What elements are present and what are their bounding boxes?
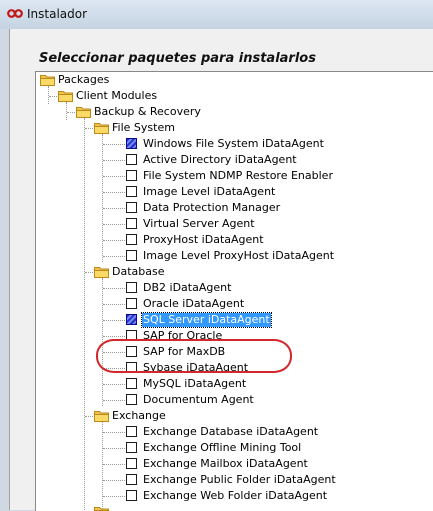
package-item[interactable]: Virtual Server Agent: [36, 216, 416, 232]
package-label: Exchange Offline Mining Tool: [143, 441, 302, 454]
package-label: ProxyHost iDataAgent: [143, 233, 264, 246]
package-label: Active Directory iDataAgent: [143, 153, 297, 166]
package-item[interactable]: Windows File System iDataAgent: [36, 136, 416, 152]
package-item[interactable]: Image Level iDataAgent: [36, 184, 416, 200]
page-heading: Seleccionar paquetes para instalarlos: [39, 51, 316, 66]
package-label: Exchange Mailbox iDataAgent: [143, 457, 308, 470]
package-item[interactable]: Exchange Web Folder iDataAgent: [36, 488, 416, 504]
package-label: Exchange Database iDataAgent: [143, 425, 319, 438]
package-checkbox[interactable]: [126, 170, 137, 181]
package-checkbox[interactable]: [126, 442, 137, 453]
tree-node-packages[interactable]: Packages: [36, 72, 236, 88]
package-checkbox[interactable]: [126, 202, 137, 213]
package-checkbox[interactable]: [126, 154, 137, 165]
package-label: Data Protection Manager: [143, 201, 281, 214]
package-checkbox[interactable]: [126, 458, 137, 469]
tree-node-database[interactable]: Database: [36, 264, 256, 280]
package-item[interactable]: Oracle iDataAgent: [36, 296, 416, 312]
tree-node-exchange[interactable]: Exchange: [36, 408, 256, 424]
highlight-annotation: [96, 339, 292, 373]
package-item[interactable]: Active Directory iDataAgent: [36, 152, 416, 168]
package-label: Image Level ProxyHost iDataAgent: [143, 249, 335, 262]
package-label: Oracle iDataAgent: [143, 297, 245, 310]
tree-node-backup-recovery[interactable]: Backup & Recovery: [36, 104, 256, 120]
package-label: Image Level iDataAgent: [143, 185, 276, 198]
package-item[interactable]: ProxyHost iDataAgent: [36, 232, 416, 248]
tree-node-label: File System: [112, 121, 175, 134]
package-item[interactable]: File System NDMP Restore Enabler: [36, 168, 416, 184]
package-label: Windows File System iDataAgent: [143, 137, 324, 150]
package-label: Virtual Server Agent: [143, 217, 255, 230]
package-tree[interactable]: Packages Client Modules Backup & Recover…: [35, 71, 433, 511]
package-item[interactable]: Documentum Agent: [36, 392, 416, 408]
package-item[interactable]: Image Level ProxyHost iDataAgent: [36, 248, 416, 264]
package-label: DB2 iDataAgent: [143, 281, 232, 294]
tree-node-file-system[interactable]: File System: [36, 120, 256, 136]
package-checkbox[interactable]: [126, 138, 137, 149]
package-checkbox[interactable]: [126, 474, 137, 485]
package-item[interactable]: MySQL iDataAgent: [36, 376, 416, 392]
installer-panel: Seleccionar paquetes para instalarlos Pa…: [9, 29, 433, 511]
package-checkbox[interactable]: [126, 250, 137, 261]
tree-node-label: Exchange: [112, 409, 166, 422]
folder-icon: [76, 107, 91, 118]
package-item[interactable]: Exchange Public Folder iDataAgent: [36, 472, 416, 488]
package-checkbox[interactable]: [126, 298, 137, 309]
package-label: Exchange Web Folder iDataAgent: [143, 489, 328, 502]
package-item[interactable]: Exchange Database iDataAgent: [36, 424, 416, 440]
package-item-selected[interactable]: SQL Server iDataAgent: [36, 312, 416, 328]
package-checkbox[interactable]: [126, 282, 137, 293]
window-frame: [0, 29, 9, 510]
package-checkbox[interactable]: [126, 378, 137, 389]
folder-icon: [94, 123, 109, 134]
tree-node-label: Packages: [58, 73, 110, 86]
package-item[interactable]: Exchange Offline Mining Tool: [36, 440, 416, 456]
package-checkbox[interactable]: [126, 218, 137, 229]
folder-icon: [94, 411, 109, 422]
package-checkbox[interactable]: [126, 490, 137, 501]
package-item[interactable]: DB2 iDataAgent: [36, 280, 416, 296]
package-label: MySQL iDataAgent: [143, 377, 247, 390]
folder-icon: [94, 267, 109, 278]
package-checkbox[interactable]: [126, 314, 137, 325]
package-label: Exchange Public Folder iDataAgent: [143, 473, 336, 486]
window-title: Instalador: [27, 7, 88, 21]
folder-icon: [94, 507, 109, 511]
package-checkbox[interactable]: [126, 234, 137, 245]
package-checkbox[interactable]: [126, 426, 137, 437]
package-item[interactable]: Exchange Mailbox iDataAgent: [36, 456, 416, 472]
tree-node-label: Database: [112, 265, 165, 278]
tree-node-label: Client Modules: [76, 89, 158, 102]
title-bar: Instalador: [0, 0, 433, 30]
package-label: SQL Server iDataAgent: [141, 312, 272, 328]
folder-icon: [58, 91, 73, 102]
package-item[interactable]: Data Protection Manager: [36, 200, 416, 216]
package-checkbox[interactable]: [126, 186, 137, 197]
package-checkbox[interactable]: [126, 394, 137, 405]
tree-node-label: Backup & Recovery: [94, 105, 201, 118]
package-label: File System NDMP Restore Enabler: [143, 169, 333, 182]
package-label: Documentum Agent: [143, 393, 254, 406]
folder-icon: [40, 75, 55, 86]
app-icon: [7, 9, 23, 18]
tree-node-client-modules[interactable]: Client Modules: [36, 88, 236, 104]
